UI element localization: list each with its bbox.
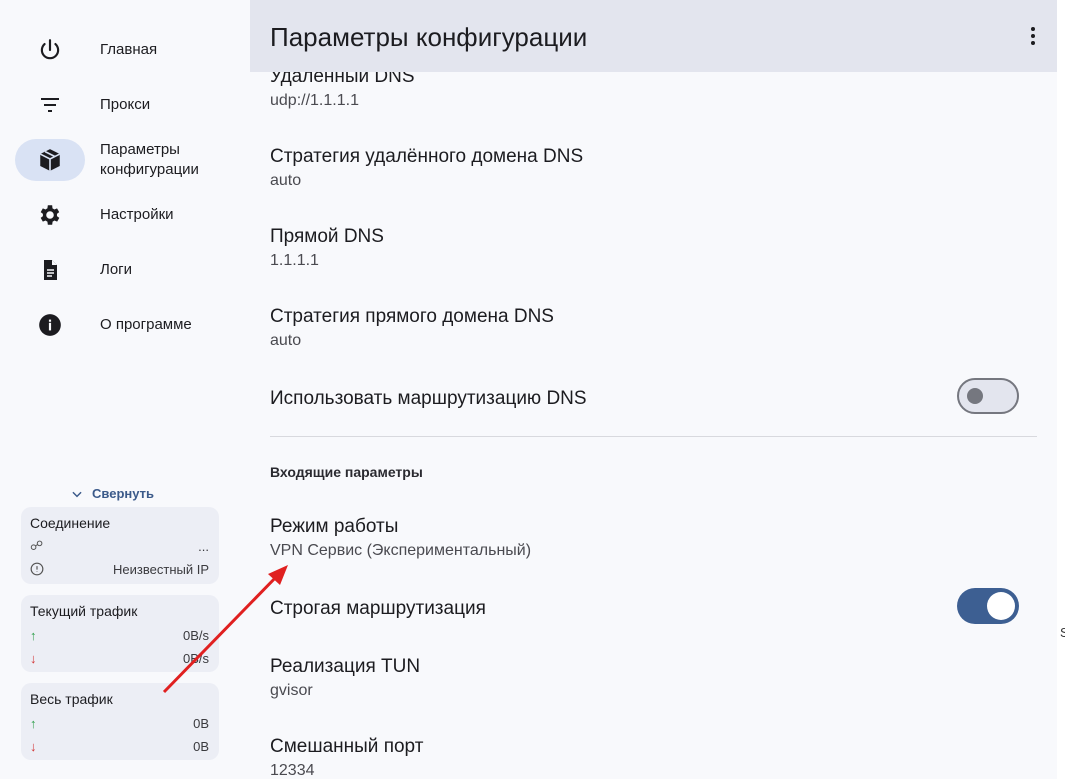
gear-icon [15,194,85,236]
download-icon: ↓ [30,738,37,754]
strict-routing-switch[interactable] [957,588,1019,624]
page-title: Параметры конфигурации [270,22,588,52]
document-icon [15,249,85,291]
setting-value: udp://1.1.1.1 [270,92,359,109]
package-icon [15,139,85,181]
setting-name: Стратегия прямого домена DNS [270,306,554,327]
setting-value: gvisor [270,682,313,699]
setting-value: 12334 [270,762,315,779]
sidebar-item-label: О программе [100,316,192,333]
sidebar-item-logs[interactable]: Логи [15,249,237,291]
sidebar-item-label: Настройки [100,206,174,223]
setting-name: Стратегия удалённого домена DNS [270,146,584,167]
window-edge [1057,0,1065,779]
setting-remote-dns-strategy[interactable]: Стратегия удалённого домена DNS auto [270,145,1050,191]
filter-list-icon [15,84,85,126]
setting-dns-routing[interactable]: Использовать маршрутизацию DNS [270,387,1050,411]
setting-name: Реализация TUN [270,656,421,677]
setting-name: Удаленный DNS [270,72,415,87]
sidebar-item-config[interactable]: Параметры конфигурации [15,139,237,181]
setting-name: Использовать маршрутизацию DNS [270,388,587,409]
app-bar: Параметры конфигурации [250,0,1057,72]
sidebar-item-about[interactable]: О программе [15,304,237,346]
setting-mode[interactable]: Режим работы VPN Сервис (Экспериментальн… [270,515,1050,561]
setting-direct-dns[interactable]: Прямой DNS 1.1.1.1 [270,225,1050,271]
setting-remote-dns[interactable]: Удаленный DNS udp://1.1.1.1 [270,72,1050,111]
connection-value: ... [198,538,209,554]
setting-name: Режим работы [270,516,399,537]
sidebar-item-home[interactable]: Главная [15,29,237,71]
divider [270,436,1037,437]
dns-routing-switch[interactable] [957,378,1019,414]
link-icon: ☍ [30,538,44,553]
collapse-label: Свернуть [92,486,154,501]
info-icon [15,304,85,346]
card-title: Текущий трафик [30,603,138,619]
sidebar-item-label: Прокси [100,96,151,113]
setting-value: 1.1.1.1 [270,252,319,269]
setting-name: Прямой DNS [270,226,384,247]
current-traffic-card[interactable]: Текущий трафик ↑ 0B/s ↓ 0B/s [21,595,219,672]
setting-mixed-port[interactable]: Смешанный порт 12334 [270,735,1050,779]
stray-glyph: S [1060,625,1065,640]
sidebar-item-settings[interactable]: Настройки [15,194,237,236]
sidebar-item-label: Параметры конфигурации [100,141,199,178]
setting-strict-routing[interactable]: Строгая маршрутизация [270,597,1050,621]
power-icon [15,29,85,71]
setting-value: auto [270,332,302,349]
upload-speed: 0B/s [182,627,209,643]
setting-value: VPN Сервис (Экспериментальный) [270,542,532,559]
setting-name: Смешанный порт [270,736,424,757]
setting-name: Строгая маршрутизация [270,598,486,619]
download-speed: 0B/s [182,650,209,666]
switch-knob [967,388,983,404]
upload-total: 0B [193,715,209,731]
sidebar-item-proxy[interactable]: Прокси [15,84,237,126]
connection-card[interactable]: Соединение ☍ ... Неизвестный IP [21,507,219,584]
ip-value: Неизвестный IP [113,561,209,577]
sidebar-item-label: Логи [100,261,133,278]
sidebar: Главная Прокси Параметры конфигурации На… [0,0,250,779]
section-header: Входящие параметры [270,464,423,480]
card-title: Весь трафик [30,691,113,707]
settings-list: Удаленный DNS udp://1.1.1.1 Стратегия уд… [250,72,1057,779]
total-traffic-card[interactable]: Весь трафик ↑ 0B ↓ 0B [21,683,219,760]
setting-tun-impl[interactable]: Реализация TUN gvisor [270,655,1050,701]
setting-value: auto [270,172,302,189]
info-outline-icon [30,562,44,576]
sidebar-item-label: Главная [100,41,158,58]
chevron-down-icon [72,491,82,497]
download-icon: ↓ [30,650,37,666]
switch-knob [987,592,1015,620]
setting-direct-dns-strategy[interactable]: Стратегия прямого домена DNS auto [270,305,1050,351]
collapse-button[interactable]: Свернуть [70,486,154,501]
upload-icon: ↑ [30,627,37,643]
upload-icon: ↑ [30,715,37,731]
card-title: Соединение [30,515,111,531]
more-vert-icon[interactable] [1021,24,1045,48]
download-total: 0B [193,738,209,754]
